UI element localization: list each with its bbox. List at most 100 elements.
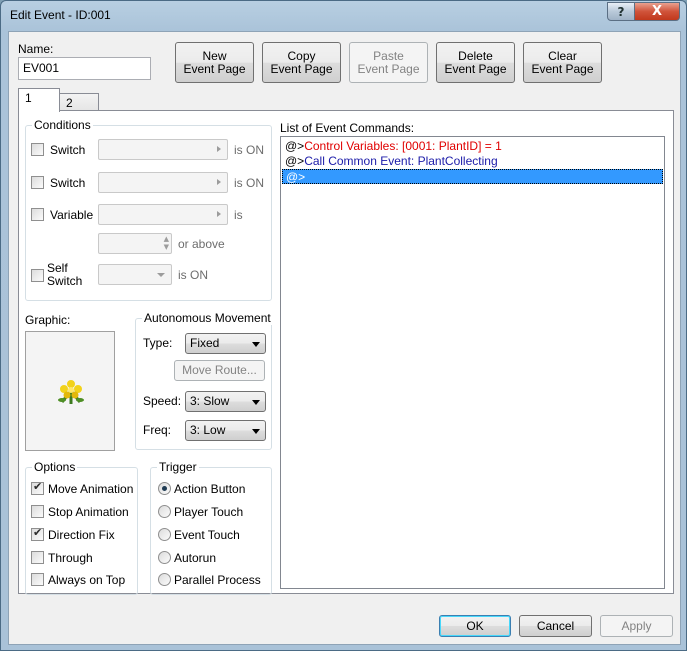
type-value: Fixed [190, 336, 220, 350]
self-switch-label-2: Switch [47, 274, 83, 288]
freq-select[interactable]: 3: Low [185, 420, 266, 441]
switch1-checkbox[interactable] [31, 143, 44, 156]
variable-label: Variable [50, 208, 94, 222]
chevron-down-icon [157, 273, 165, 277]
tab-page-2[interactable]: 2 [59, 93, 99, 111]
move-route-button[interactable]: Move Route... [174, 360, 265, 381]
switch2-label: Switch [50, 176, 86, 190]
event-commands-label: List of Event Commands: [280, 121, 415, 135]
edit-event-window: Edit Event - ID:001 ? X Name: EV001 New E… [0, 0, 687, 651]
move-animation-checkbox[interactable] [31, 480, 44, 495]
spin-arrows-icon: ▲ ▼ [163, 235, 169, 251]
chevron-down-icon [252, 400, 260, 405]
autorun-radio[interactable] [158, 551, 171, 564]
name-input[interactable]: EV001 [18, 57, 151, 80]
action-button-label: Action Button [174, 482, 246, 496]
move-route-label: Move Route... [182, 363, 257, 377]
autorun-label: Autorun [174, 551, 217, 565]
autonomous-movement-group: Autonomous Movement Type: Fixed Move Rou… [135, 311, 273, 450]
cancel-button[interactable]: Cancel [519, 615, 592, 637]
graphic-label: Graphic: [25, 313, 71, 327]
options-title: Options [32, 460, 78, 474]
through-checkbox[interactable] [31, 551, 44, 564]
command-text: Call Common Event: PlantCollecting [304, 154, 498, 168]
options-group: Options Move Animation Stop Animation Di… [25, 460, 138, 595]
command-prefix: @> [285, 139, 305, 153]
tab-page-2-label: 2 [66, 96, 73, 110]
type-select[interactable]: Fixed [185, 333, 266, 354]
parallel-process-radio[interactable] [158, 573, 171, 586]
self-switch-select[interactable] [98, 264, 172, 285]
self-switch-checkbox[interactable] [31, 269, 44, 282]
always-on-top-checkbox[interactable] [31, 573, 44, 586]
or-above-label: or above [178, 237, 225, 251]
command-row-selected[interactable]: @> [282, 169, 663, 184]
move-animation-label: Move Animation [48, 482, 134, 496]
conditions-title: Conditions [32, 118, 93, 132]
clear-event-page-button[interactable]: Clear Event Page [523, 42, 602, 83]
new-page-line1: New [202, 48, 227, 63]
self-switch-label: Self Switch [47, 262, 82, 288]
ok-label: OK [466, 618, 484, 633]
command-row[interactable]: @>Call Common Event: PlantCollecting [282, 154, 663, 169]
variable-select[interactable] [98, 204, 228, 225]
freq-label: Freq: [143, 423, 172, 437]
switch1-select[interactable] [98, 139, 228, 160]
close-icon: X [651, 4, 663, 19]
switch1-suffix: is ON [234, 143, 264, 157]
cancel-label: Cancel [536, 618, 575, 633]
graphic-preview[interactable] [25, 331, 115, 451]
paste-page-line2: Event Page [357, 61, 420, 76]
copy-event-page-button[interactable]: Copy Event Page [262, 42, 341, 83]
speed-label: Speed: [143, 394, 182, 408]
action-button-radio[interactable] [158, 482, 171, 495]
dialog-client: Name: EV001 New Event Page Copy Event Page… [8, 31, 681, 645]
command-row[interactable]: @>Control Variables: [0001: PlantID] = 1 [282, 139, 663, 154]
tab-page-1[interactable]: 1 [18, 88, 60, 112]
variable-value-stepper[interactable]: ▲ ▼ [98, 233, 172, 254]
command-prefix: @> [285, 154, 305, 168]
stop-animation-checkbox[interactable] [31, 505, 44, 518]
player-touch-radio[interactable] [158, 505, 171, 518]
conditions-group: Conditions Switch is ON Switch is ON Var… [25, 118, 272, 301]
help-icon: ? [617, 4, 625, 19]
window-title: Edit Event - ID:001 [10, 8, 111, 22]
delete-page-line2: Event Page [444, 61, 507, 76]
autonomous-movement-title: Autonomous Movement [142, 311, 273, 325]
chevron-down-icon [252, 429, 260, 434]
through-label: Through [48, 551, 93, 565]
switch2-select[interactable] [98, 172, 228, 193]
event-touch-radio[interactable] [158, 528, 171, 541]
event-page-panel: Conditions Switch is ON Switch is ON Var… [18, 110, 674, 595]
apply-label: Apply [621, 618, 652, 633]
flower-sprite-icon [58, 380, 84, 404]
freq-value: 3: Low [190, 423, 226, 437]
variable-checkbox[interactable] [31, 208, 44, 221]
direction-fix-checkbox[interactable] [31, 526, 44, 541]
event-touch-label: Event Touch [174, 528, 240, 542]
copy-page-line2: Event Page [270, 61, 333, 76]
direction-fix-label: Direction Fix [48, 528, 115, 542]
parallel-process-label: Parallel Process [174, 573, 261, 587]
apply-button[interactable]: Apply [600, 615, 673, 637]
close-button[interactable]: X [634, 2, 680, 21]
command-text: Control Variables: [0001: PlantID] = 1 [304, 139, 502, 153]
delete-page-line1: Delete [458, 48, 493, 63]
event-commands-list[interactable]: @>Control Variables: [0001: PlantID] = 1… [280, 136, 665, 589]
clear-page-line1: Clear [548, 48, 577, 63]
stop-animation-label: Stop Animation [48, 505, 129, 519]
command-prefix: @> [286, 170, 306, 184]
speed-select[interactable]: 3: Slow [185, 391, 266, 412]
type-label: Type: [143, 336, 173, 350]
trigger-group: Trigger Action Button Player Touch Event… [150, 460, 272, 595]
chevron-right-icon [217, 179, 221, 185]
switch2-checkbox[interactable] [31, 176, 44, 189]
tab-page-1-label: 1 [25, 91, 32, 105]
new-event-page-button[interactable]: New Event Page [175, 42, 254, 83]
paste-event-page-button[interactable]: Paste Event Page [349, 42, 428, 83]
always-on-top-label: Always on Top [48, 573, 126, 587]
title-bar[interactable]: Edit Event - ID:001 ? X [1, 1, 686, 31]
help-button[interactable]: ? [607, 2, 635, 21]
ok-button[interactable]: OK [439, 615, 511, 637]
delete-event-page-button[interactable]: Delete Event Page [436, 42, 515, 83]
